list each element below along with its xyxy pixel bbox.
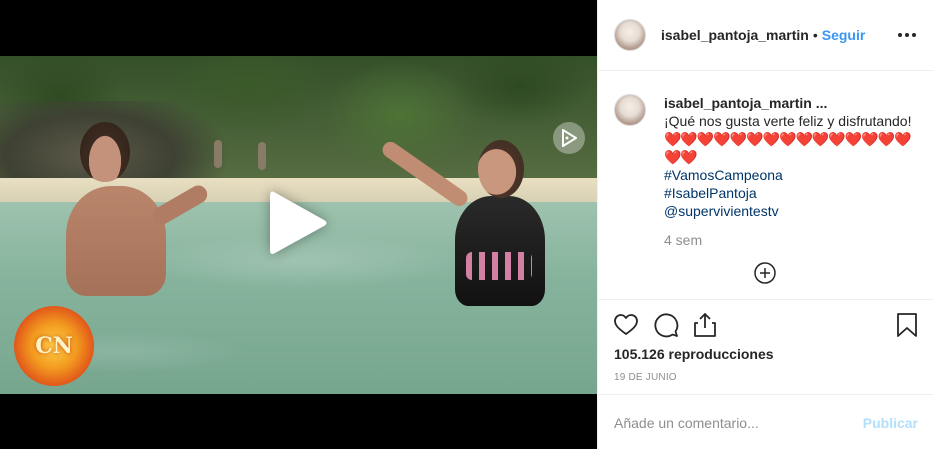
post-actions: 105.126 reproducciones 19 DE JUNIO Publi… (598, 299, 933, 449)
heart-icon[interactable] (613, 312, 639, 338)
mention-link[interactable]: @supervivientestv (664, 202, 924, 220)
background-person (214, 140, 222, 168)
caption-hearts: ❤️❤️❤️❤️❤️❤️❤️❤️❤️❤️❤️❤️❤️❤️❤️❤️❤️ (664, 131, 911, 165)
man-figure (66, 186, 166, 296)
post-header: isabel_pantoja_martin • Seguir (598, 0, 933, 71)
view-count[interactable]: 105.126 reproducciones (614, 346, 774, 362)
post-date: 19 DE JUNIO (614, 372, 677, 383)
comment-input[interactable] (614, 414, 863, 431)
follow-button[interactable]: Seguir (822, 27, 866, 43)
avatar[interactable] (614, 19, 646, 51)
comment-icon[interactable] (653, 312, 679, 338)
caption-avatar[interactable] (614, 94, 646, 126)
caption-text: ¡Qué nos gusta verte feliz y disfrutando… (664, 113, 912, 129)
play-icon (270, 191, 327, 254)
plus-circle-icon[interactable] (754, 262, 776, 284)
channel-logo-text: CN (35, 333, 73, 359)
hashtag-link[interactable]: #IsabelPantoja (664, 184, 924, 202)
channel-watermark-icon (553, 122, 585, 154)
caption-username[interactable]: isabel_pantoja_martin ... (664, 94, 924, 112)
swimsuit-flamingo-print (466, 252, 532, 280)
caption-timestamp[interactable]: 4 sem (664, 231, 924, 249)
separator-dot: • (812, 27, 818, 43)
video-frame[interactable]: CN (0, 56, 597, 394)
woman-head (478, 140, 524, 198)
header-username[interactable]: isabel_pantoja_martin (661, 27, 809, 43)
video-player[interactable]: CN (0, 0, 597, 449)
play-button[interactable] (263, 186, 333, 260)
bookmark-icon[interactable] (894, 312, 920, 338)
background-person (258, 142, 266, 170)
hashtag-link[interactable]: #VamosCampeona (664, 166, 924, 184)
man-head (80, 122, 130, 182)
share-icon[interactable] (692, 312, 718, 338)
more-options-icon[interactable] (898, 27, 916, 43)
caption-body: isabel_pantoja_martin ... ¡Qué nos gusta… (664, 94, 924, 249)
post-side-panel: isabel_pantoja_martin • Seguir isabel_pa… (597, 0, 933, 449)
publish-button[interactable]: Publicar (863, 415, 918, 431)
channel-logo: CN (14, 306, 94, 386)
woman-figure (455, 196, 545, 306)
comment-bar: Publicar (598, 394, 933, 449)
